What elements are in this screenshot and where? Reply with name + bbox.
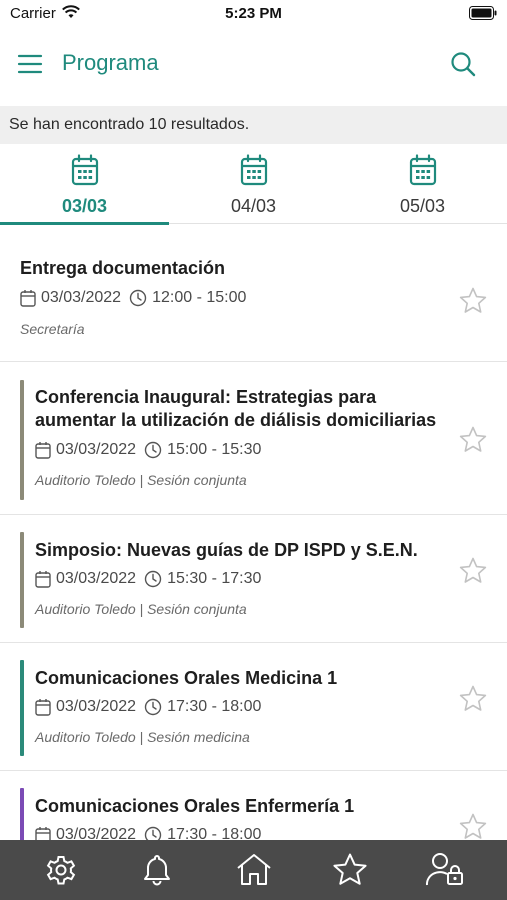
nav-favorites-button[interactable]	[315, 840, 385, 900]
results-count-bar: Se han encontrado 10 resultados.	[0, 106, 507, 144]
gear-icon	[46, 856, 76, 885]
event-item[interactable]: Entrega documentación 03/03/2022 12:00 -…	[0, 225, 507, 362]
favorite-star-icon[interactable]	[458, 812, 488, 840]
event-title: Entrega documentación	[20, 258, 226, 278]
event-time: 15:30 - 17:30	[167, 570, 262, 587]
clock-icon	[129, 289, 147, 307]
calendar-small-icon	[35, 827, 51, 840]
nav-account-button[interactable]	[411, 840, 481, 900]
event-location: Auditorio Toledo | Sesión medicina	[35, 729, 250, 745]
calendar-icon	[409, 154, 437, 186]
event-time: 12:00 - 15:00	[152, 289, 247, 306]
favorite-star-icon[interactable]	[458, 425, 488, 455]
event-location: Secretaría	[20, 321, 85, 337]
clock-icon	[144, 826, 162, 840]
calendar-small-icon	[35, 699, 51, 716]
battery-icon	[469, 6, 497, 20]
event-date: 03/03/2022	[56, 570, 137, 587]
session-color-bar	[20, 380, 24, 500]
clock-icon	[144, 698, 162, 716]
results-count-text: Se han encontrado 10 resultados.	[9, 116, 250, 133]
favorite-star-icon[interactable]	[458, 556, 488, 586]
event-time: 17:30 - 18:00	[167, 698, 262, 715]
favorite-star-icon[interactable]	[458, 684, 488, 714]
tab-label: 04/03	[230, 196, 277, 216]
tab-label: 03/03	[61, 196, 108, 216]
nav-notifications-button[interactable]	[122, 840, 192, 900]
page-title: Programa	[62, 50, 159, 75]
bell-icon	[144, 855, 171, 886]
event-item[interactable]: Conferencia Inaugural: Estrategias para …	[0, 362, 507, 515]
event-title: Conferencia Inaugural: Estrategias para …	[35, 387, 437, 430]
tab-04-03[interactable]: 04/03	[169, 144, 338, 224]
event-date: 03/03/2022	[56, 826, 137, 840]
tab-05-03[interactable]: 05/03	[338, 144, 507, 224]
session-color-bar	[20, 788, 24, 840]
event-title: Simposio: Nuevas guías de DP ISPD y S.E.…	[35, 540, 418, 560]
event-meta: 03/03/2022 12:00 - 15:00	[20, 287, 246, 309]
bottom-nav	[0, 840, 507, 900]
status-bar: Carrier 5:23 PM	[0, 0, 507, 30]
tab-label: 05/03	[399, 196, 446, 216]
event-list: Entrega documentación 03/03/2022 12:00 -…	[0, 225, 507, 840]
calendar-small-icon	[35, 571, 51, 588]
calendar-icon	[240, 154, 268, 186]
date-tabs: 03/03 04/03 05/03	[0, 144, 507, 225]
clock-icon	[144, 570, 162, 588]
event-date: 03/03/2022	[56, 698, 137, 715]
session-color-bar	[20, 660, 24, 756]
event-meta: 03/03/2022 17:30 - 18:00	[35, 696, 261, 718]
event-item[interactable]: Simposio: Nuevas guías de DP ISPD y S.E.…	[0, 515, 507, 643]
event-title: Comunicaciones Orales Medicina 1	[35, 668, 338, 688]
home-icon	[236, 854, 271, 885]
calendar-icon	[71, 154, 99, 186]
clock-icon	[144, 441, 162, 459]
nav-home-button[interactable]	[219, 840, 289, 900]
event-meta: 03/03/2022 17:30 - 18:00	[35, 824, 261, 840]
event-time: 15:00 - 15:30	[167, 441, 262, 458]
event-item[interactable]: Comunicaciones Orales Medicina 1 03/03/2…	[0, 643, 507, 771]
favorite-star-icon[interactable]	[458, 286, 488, 316]
calendar-small-icon	[20, 290, 36, 307]
event-date: 03/03/2022	[56, 441, 137, 458]
clock: 5:23 PM	[225, 5, 282, 22]
event-meta: 03/03/2022 15:30 - 17:30	[35, 568, 261, 590]
event-date: 03/03/2022	[41, 289, 122, 306]
session-color-bar	[20, 532, 24, 628]
event-time: 17:30 - 18:00	[167, 826, 262, 840]
event-title: Comunicaciones Orales Enfermería 1	[35, 796, 355, 816]
tab-03-03[interactable]: 03/03	[0, 144, 169, 225]
event-meta: 03/03/2022 15:00 - 15:30	[35, 439, 261, 461]
event-item[interactable]: Comunicaciones Orales Enfermería 1 03/03…	[0, 771, 507, 840]
nav-settings-button[interactable]	[26, 840, 96, 900]
user-lock-icon	[425, 853, 463, 886]
search-icon[interactable]	[449, 50, 477, 78]
calendar-small-icon	[35, 442, 51, 459]
event-location: Auditorio Toledo | Sesión conjunta	[35, 601, 247, 617]
star-icon	[333, 853, 367, 885]
event-location: Auditorio Toledo | Sesión conjunta	[35, 472, 247, 488]
hamburger-menu-icon[interactable]	[16, 50, 44, 78]
app-bar: Programa	[0, 30, 507, 106]
